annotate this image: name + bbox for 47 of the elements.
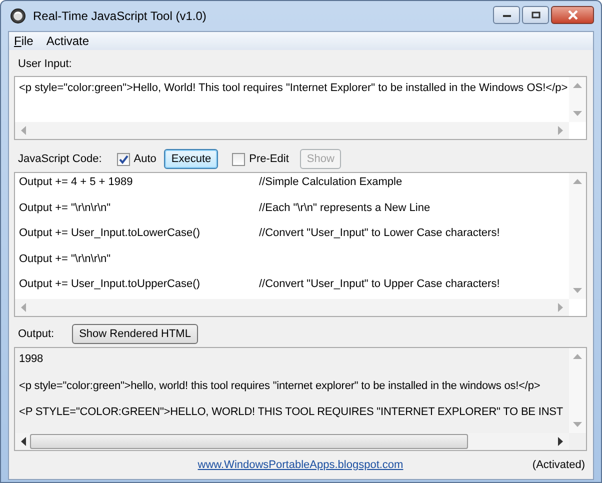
show-rendered-html-button[interactable]: Show Rendered HTML bbox=[72, 324, 198, 344]
output-label: Output: bbox=[18, 328, 54, 340]
close-icon bbox=[566, 10, 578, 20]
auto-checkbox[interactable]: Auto bbox=[116, 152, 156, 166]
code-comment: //Simple Calculation Example bbox=[259, 176, 402, 188]
code-comment: //Each "\r\n" represents a New Line bbox=[259, 202, 430, 214]
output-line: 1998 bbox=[19, 352, 44, 367]
input-text: <p style="color:green">Hello, World! This tool requires "Internet Explorer" to be installed in the Windows OS!</p> bbox=[19, 81, 565, 96]
code-line: Output += User_Input.toLowerCase() bbox=[19, 227, 201, 240]
code-line: Output += User_Input.toUpperCase() bbox=[19, 278, 201, 290]
down-arrow-icon[interactable] bbox=[573, 422, 582, 427]
left-arrow-icon[interactable] bbox=[21, 437, 26, 446]
menu-item[interactable]: File bbox=[14, 34, 34, 48]
code-editor[interactable] bbox=[14, 172, 587, 317]
scrollbar-thumb[interactable] bbox=[30, 434, 468, 449]
up-arrow-icon[interactable] bbox=[573, 83, 582, 88]
vertical-scrollbar[interactable] bbox=[569, 77, 586, 122]
down-arrow-icon[interactable] bbox=[573, 288, 582, 293]
down-arrow-icon[interactable] bbox=[573, 111, 582, 116]
checkmark-icon bbox=[118, 154, 129, 164]
output-line: <p style="color:green">hello, world! this tool requires "internet explorer" to be installed in the windows os!</p> bbox=[19, 378, 542, 394]
vertical-scrollbar[interactable] bbox=[569, 173, 586, 299]
website-link[interactable]: www.WindowsPortableApps.blogspot.com bbox=[198, 459, 404, 471]
code-comment: //Convert "User_Input" to Upper Case characters! bbox=[259, 278, 500, 290]
activation-status: (Activated) bbox=[532, 459, 585, 471]
minimize-icon bbox=[502, 12, 512, 18]
user-input-label: User Input: bbox=[18, 58, 73, 70]
pre-edit-checkbox[interactable]: Pre-Edit bbox=[232, 152, 289, 166]
maximize-button[interactable] bbox=[522, 6, 549, 24]
code-comment: //Convert "User_Input" to Lower Case characters! bbox=[259, 227, 500, 240]
close-button[interactable] bbox=[551, 6, 594, 24]
user-input-field[interactable]: <p style="color:green">Hello, World! This tool requires "Internet Explorer" to be installed in the Windows OS!</p> bbox=[14, 76, 587, 140]
code-line: Output += "\r\n\r\n" bbox=[19, 202, 112, 214]
minimize-button[interactable] bbox=[493, 6, 520, 24]
up-arrow-icon[interactable] bbox=[573, 179, 582, 184]
code-line: Output += "\r\n\r\n" bbox=[19, 252, 112, 265]
menu-item[interactable]: Activate bbox=[46, 34, 90, 48]
window-title: Real-Time JavaScript Tool (v1.0) bbox=[33, 9, 206, 23]
right-arrow-icon[interactable] bbox=[558, 437, 563, 446]
javascript-code-label: JavaScript Code: bbox=[18, 153, 102, 165]
app-icon bbox=[10, 8, 26, 24]
up-arrow-icon[interactable] bbox=[573, 354, 582, 359]
vertical-scrollbar[interactable] bbox=[569, 348, 586, 433]
execute-button[interactable]: Execute bbox=[164, 149, 218, 169]
code-line: Output += 4 + 5 + 1989 bbox=[19, 176, 134, 188]
output-line: <P STYLE="COLOR:GREEN">HELLO, WORLD! THIS TOOL REQUIRES "INTERNET EXPLORER" TO BE INST bbox=[19, 405, 564, 420]
maximize-icon bbox=[530, 11, 540, 19]
